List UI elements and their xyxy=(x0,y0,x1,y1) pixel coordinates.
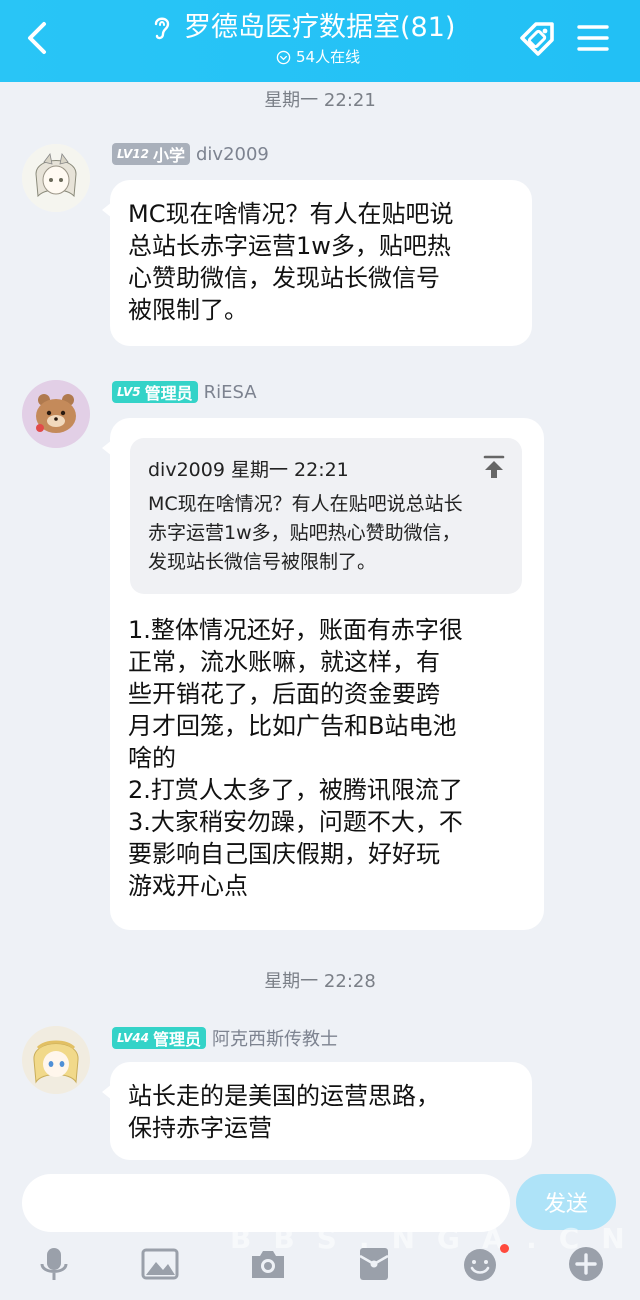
message-line: 啥的 xyxy=(128,744,176,772)
username[interactable]: 阿克西斯传教士 xyxy=(212,1025,338,1051)
camera-icon[interactable] xyxy=(248,1244,288,1284)
bear-avatar-icon xyxy=(22,380,90,448)
timestamp: 星期一 22:21 xyxy=(264,90,376,111)
message-line: 站长走的是美国的运营思路， xyxy=(128,1082,440,1110)
message-text: 1.整体情况还好，账面有赤字很 正常，流水账嘛，就这样，有 些开销花了，后面的资… xyxy=(128,614,538,902)
mic-icon[interactable] xyxy=(34,1244,74,1284)
chat-header: 罗德岛医疗数据室(81) 54人在线 xyxy=(0,0,640,82)
quote-line: 赤字运营1w多，贴吧热心赞助微信， xyxy=(148,522,461,544)
ear-icon xyxy=(154,17,170,40)
sender-meta: LV5 管理员 RiESA xyxy=(112,381,257,403)
quote-line: 发现站长微信号被限制了。 xyxy=(148,551,377,573)
message-line: MC现在啥情况？有人在贴吧说 xyxy=(128,200,454,228)
message-line: 总站长赤字运营1w多，贴吧热 xyxy=(128,232,451,260)
jump-to-top-icon[interactable] xyxy=(482,454,506,480)
avatar[interactable] xyxy=(22,380,90,448)
online-count-label: 54人在线 xyxy=(296,48,361,66)
anime-girl-avatar-icon xyxy=(22,144,90,212)
message-line: 1.整体情况还好，账面有赤字很 xyxy=(128,616,463,644)
blonde-girl-avatar-icon xyxy=(22,1026,90,1094)
message-line: 游戏开心点 xyxy=(128,872,248,900)
online-count[interactable]: 54人在线 xyxy=(276,46,360,68)
message-line: 正常，流水账嘛，就这样，有 xyxy=(128,648,440,676)
message-line: 3.大家稍安勿躁，问题不大，不 xyxy=(128,808,463,836)
notification-dot xyxy=(500,1244,509,1253)
username[interactable]: RiESA xyxy=(204,382,257,403)
back-icon[interactable] xyxy=(20,18,56,58)
message-line: 心赞助微信，发现站长微信号 xyxy=(128,264,440,292)
message-line: 些开销花了，后面的资金要跨 xyxy=(128,680,440,708)
message-bubble[interactable]: 站长走的是美国的运营思路， 保持赤字运营 xyxy=(102,1062,532,1160)
plus-icon[interactable] xyxy=(566,1244,606,1284)
message-line: 月才回笼，比如广告和B站电池 xyxy=(128,712,457,740)
message-line: 保持赤字运营 xyxy=(128,1114,272,1142)
avatar[interactable] xyxy=(22,144,90,212)
message-bubble[interactable]: MC现在啥情况？有人在贴吧说 总站长赤字运营1w多，贴吧热 心赞助微信，发现站长… xyxy=(102,180,532,346)
message-line: 被限制了。 xyxy=(128,296,248,324)
message-line: 要影响自己国庆假期，好好玩 xyxy=(128,840,440,868)
quote-body: MC现在啥情况？有人在贴吧说总站长 赤字运营1w多，贴吧热心赞助微信， 发现站长… xyxy=(148,490,508,577)
quoted-message[interactable]: div2009 星期一 22:21 MC现在啥情况？有人在贴吧说总站长 赤字运营… xyxy=(130,438,522,594)
message-bubble[interactable]: div2009 星期一 22:21 MC现在啥情况？有人在贴吧说总站长 赤字运营… xyxy=(102,418,544,930)
timestamp: 星期一 22:28 xyxy=(264,971,376,992)
chevron-down-circle-icon xyxy=(276,50,291,64)
level-badge: LV5 管理员 xyxy=(112,381,198,403)
sender-meta: LV44 管理员 阿克西斯传教士 xyxy=(112,1025,338,1051)
tag-icon[interactable] xyxy=(516,18,558,60)
emoji-icon[interactable] xyxy=(460,1244,500,1284)
menu-icon[interactable] xyxy=(576,20,610,56)
username[interactable]: div2009 xyxy=(196,144,269,165)
red-packet-icon[interactable] xyxy=(354,1244,394,1284)
quote-header: div2009 星期一 22:21 xyxy=(148,459,349,481)
sender-meta: LV12 小学 div2009 xyxy=(112,143,269,165)
image-icon[interactable] xyxy=(140,1244,180,1284)
quote-line: MC现在啥情况？有人在贴吧说总站长 xyxy=(148,493,463,515)
level-badge: LV44 管理员 xyxy=(112,1027,206,1049)
avatar[interactable] xyxy=(22,1026,90,1094)
level-badge: LV12 小学 xyxy=(112,143,190,165)
chat-title[interactable]: 罗德岛医疗数据室(81) xyxy=(184,10,455,46)
message-line: 2.打赏人太多了，被腾讯限流了 xyxy=(128,776,463,804)
